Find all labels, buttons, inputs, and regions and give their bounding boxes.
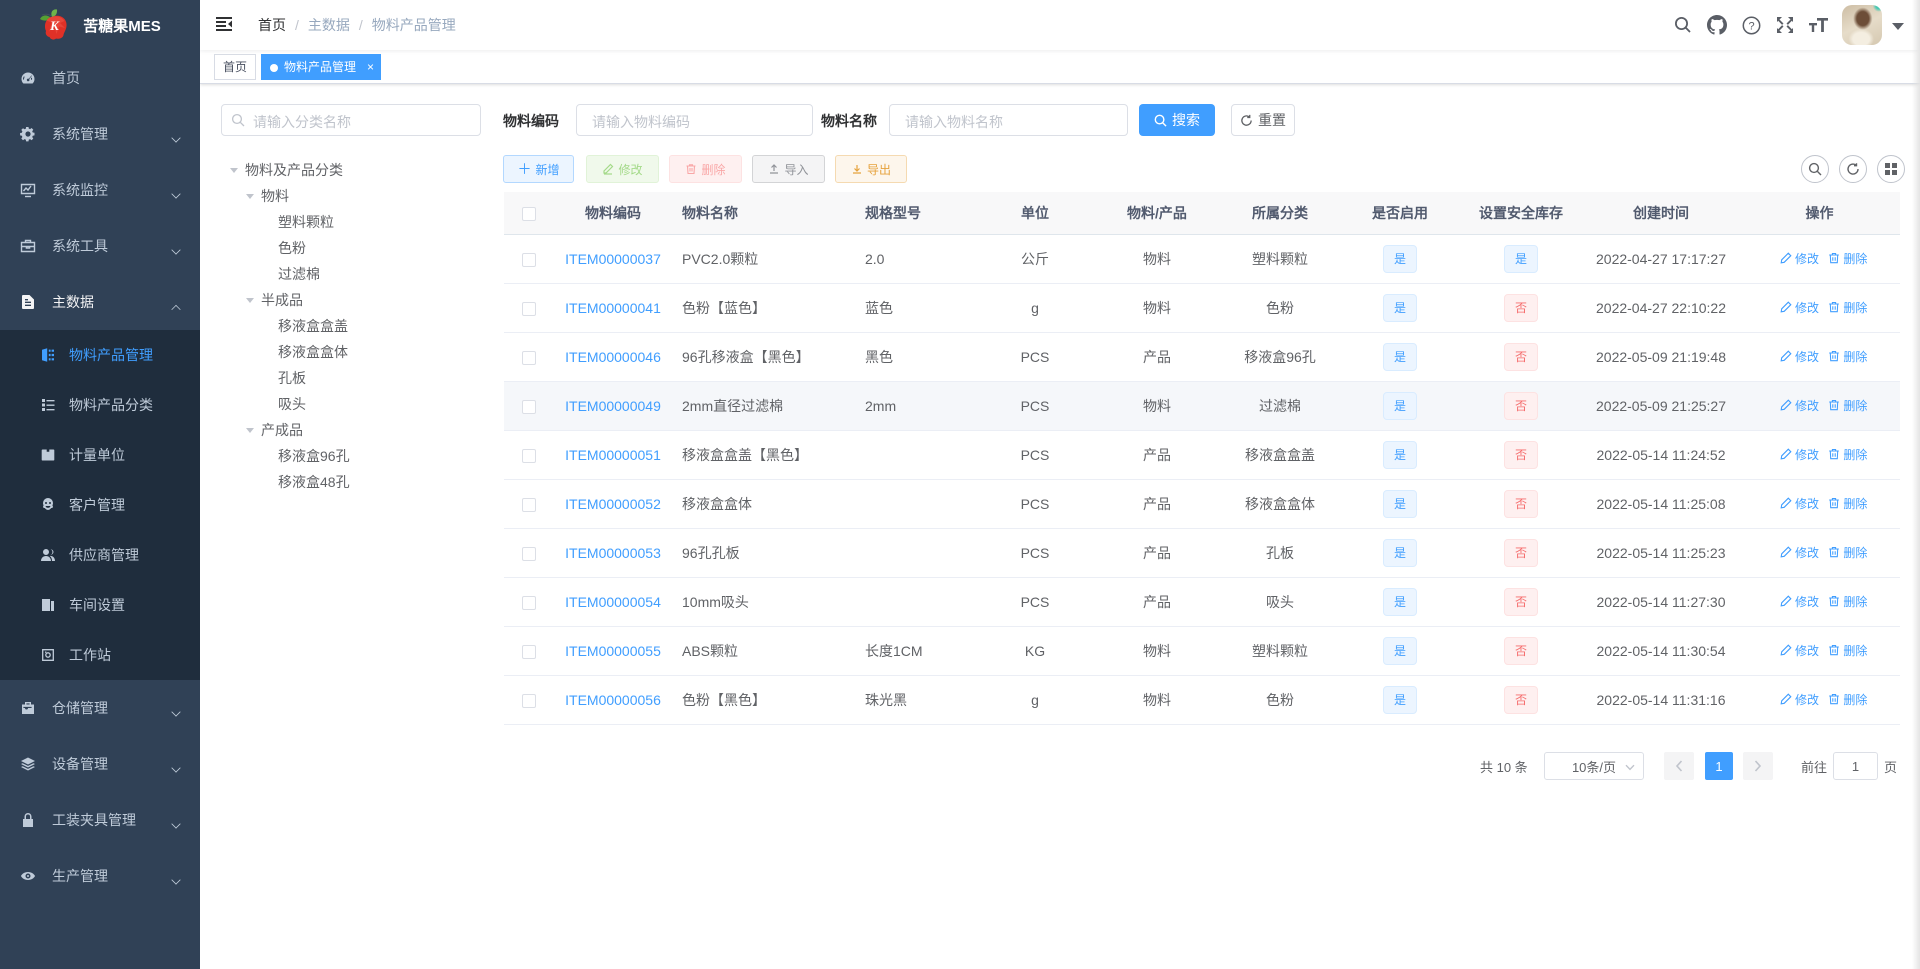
svg-text:K: K	[49, 18, 60, 33]
svg-text:?: ?	[1748, 20, 1754, 32]
